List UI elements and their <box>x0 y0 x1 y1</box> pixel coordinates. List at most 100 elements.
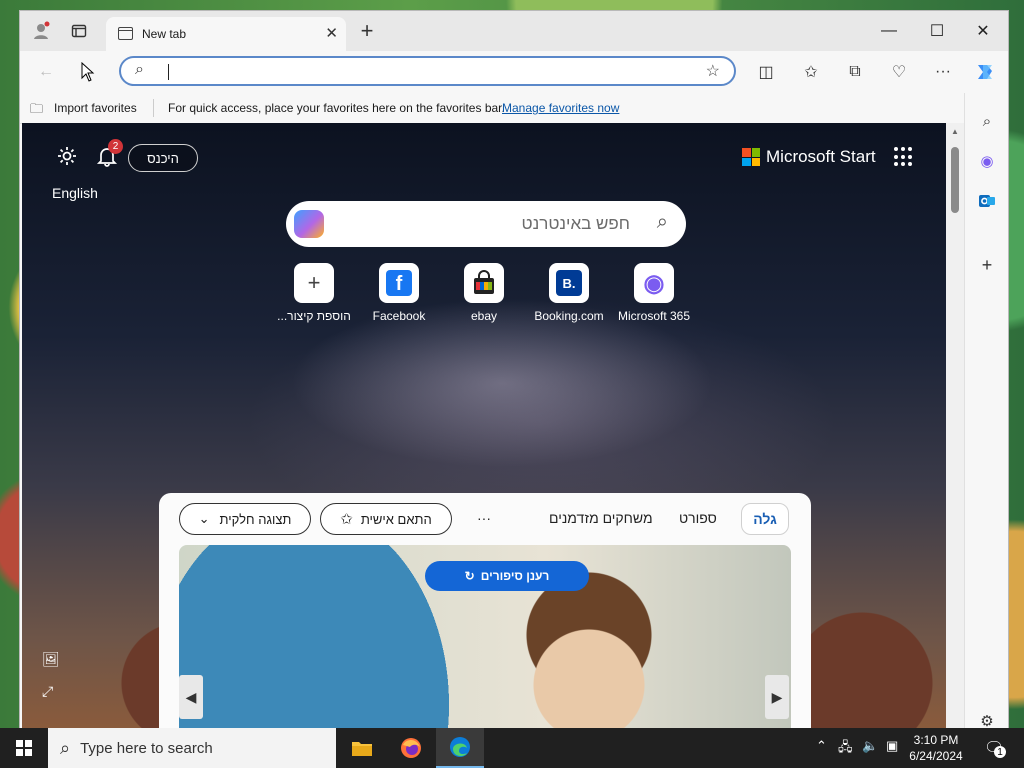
personalize-label: התאם אישית <box>360 511 432 527</box>
scrollbar-thumb[interactable] <box>951 147 959 213</box>
tab-actions-button[interactable] <box>65 17 93 45</box>
view-mode-dropdown[interactable]: תצוגה חלקית ⌄ <box>179 503 311 535</box>
language-link[interactable]: English <box>52 185 98 201</box>
manage-favorites-link[interactable]: Manage favorites now <box>502 101 619 115</box>
tab-discover[interactable]: גלה <box>741 503 789 535</box>
notification-count: 1 <box>994 746 1006 758</box>
tab-actions-icon <box>71 24 87 38</box>
expand-icon[interactable]: ⤢ <box>42 683 53 700</box>
new-tab-button[interactable]: + <box>353 17 381 45</box>
quick-link-label: Booking.com <box>534 309 604 323</box>
windows-logo-icon <box>16 740 32 756</box>
sidebar-outlook-icon[interactable] <box>975 189 999 213</box>
back-arrow-icon[interactable]: ← <box>32 59 60 85</box>
ebay-icon <box>464 263 504 303</box>
quick-link-add[interactable]: + הוספת קיצור... <box>272 263 356 323</box>
file-explorer-icon[interactable] <box>338 728 386 768</box>
background-image-icon[interactable]: 🖼 <box>42 651 60 668</box>
notification-center-button[interactable]: 🗨 1 <box>984 738 1006 758</box>
address-input[interactable] <box>165 62 689 82</box>
refresh-icon: ↻ <box>464 569 475 583</box>
start-button[interactable] <box>0 728 48 768</box>
tab-casual-games[interactable]: משחקים מזדמנים <box>549 510 653 526</box>
facebook-icon: f <box>379 263 419 303</box>
sign-in-button[interactable]: היכנס <box>128 144 198 172</box>
brand-label: Microsoft Start <box>766 147 876 166</box>
search-icon: ⌕ <box>135 61 144 78</box>
quick-link-facebook[interactable]: f Facebook <box>357 263 441 323</box>
refresh-label: רענן סיפורים <box>480 569 550 583</box>
refresh-stories-button[interactable]: רענן סיפורים ↻ <box>425 561 589 591</box>
favorites-bar: 🗀 Import favorites For quick access, pla… <box>20 93 1008 124</box>
feed-hero-image[interactable]: רענן סיפורים ↻ ◀ ▶ <box>179 545 791 729</box>
sidebar-settings-icon[interactable]: ⚙ <box>975 709 999 729</box>
taskbar-search-box[interactable]: ⌕ Type here to search <box>48 728 336 768</box>
page-settings-icon[interactable] <box>56 145 78 172</box>
minimize-button[interactable]: — <box>866 17 912 45</box>
quick-link-label: Facebook <box>372 309 426 323</box>
taskbar-clock[interactable]: 3:10 PM 6/24/2024 <box>900 732 972 764</box>
feed-more-button[interactable]: ··· <box>477 510 491 526</box>
browser-essentials-icon[interactable]: ♡ <box>885 59 913 85</box>
new-tab-page: 2 היכנס English Microsoft Start חפש באינ… <box>22 123 946 729</box>
search-icon: ⌕ <box>60 737 71 758</box>
profile-button[interactable] <box>28 17 56 45</box>
maximize-button[interactable]: ☐ <box>914 17 960 45</box>
tab-title: New tab <box>142 27 187 41</box>
favbar-divider <box>153 99 154 117</box>
search-icon[interactable]: ⌕ <box>657 211 668 234</box>
notification-badge: 2 <box>108 139 123 154</box>
show-hidden-icons-icon[interactable]: ⌃ <box>816 738 827 754</box>
personalize-button[interactable]: התאם אישית ✩ <box>320 503 452 535</box>
taskbar-search-placeholder: Type here to search <box>80 739 213 757</box>
edge-taskbar-icon[interactable] <box>436 728 484 768</box>
tab-new-tab[interactable]: New tab ✕ <box>106 17 346 51</box>
add-shortcut-icon: + <box>294 263 334 303</box>
quick-link-label: ebay <box>470 309 498 323</box>
quick-link-ebay[interactable]: ebay <box>442 263 526 323</box>
favorites-hint-text: For quick access, place your favorites h… <box>168 101 505 115</box>
more-options-icon[interactable]: ··· <box>929 59 957 85</box>
app-launcher-icon[interactable] <box>894 147 914 167</box>
sidebar-add-icon[interactable]: + <box>975 253 999 277</box>
tab-sports[interactable]: ספורט <box>679 510 717 526</box>
volume-muted-icon[interactable]: 🔈 <box>862 738 878 754</box>
collections-icon[interactable]: ⧉ <box>841 59 869 85</box>
favorites-icon[interactable]: ✩ <box>797 59 825 85</box>
firefox-icon[interactable] <box>387 728 435 768</box>
profile-icon <box>34 21 50 39</box>
chevron-down-icon: ⌄ <box>198 511 210 526</box>
sidebar-microsoft365-icon[interactable]: ◉ <box>975 149 999 173</box>
import-favorites-icon: 🗀 <box>30 101 44 116</box>
clock-time: 3:10 PM <box>913 733 959 747</box>
close-tab-icon[interactable]: ✕ <box>325 24 338 42</box>
carousel-prev-button[interactable]: ◀ <box>179 675 203 719</box>
import-favorites-button[interactable]: Import favorites <box>54 101 137 115</box>
clock-date: 6/24/2024 <box>909 749 963 763</box>
action-center-tray-icon[interactable]: ▣ <box>886 738 898 754</box>
favorite-star-icon[interactable]: ☆ <box>706 61 720 81</box>
sidebar-search-icon[interactable]: ⌕ <box>975 109 999 133</box>
quick-link-microsoft365[interactable]: ◉ Microsoft 365 <box>612 263 696 323</box>
close-window-button[interactable]: ✕ <box>960 17 1006 45</box>
scroll-up-icon[interactable]: ▲ <box>951 127 959 136</box>
edge-sidebar: ⌕ ◉ + ⚙ <box>964 93 1008 729</box>
copilot-icon[interactable] <box>294 210 324 238</box>
copilot-icon[interactable] <box>971 59 999 85</box>
page-scrollbar[interactable]: ▲ <box>946 123 964 729</box>
network-icon[interactable]: 🖧 <box>838 738 853 760</box>
address-bar[interactable]: ⌕ ☆ <box>119 56 736 86</box>
news-feed-panel: תצוגה חלקית ⌄ התאם אישית ✩ ··· משחקים מז… <box>159 493 811 729</box>
split-screen-icon[interactable]: ◫ <box>752 59 780 85</box>
web-search-box[interactable]: חפש באינטרנט ⌕ <box>286 201 686 247</box>
pencil-star-icon: ✩ <box>340 511 353 528</box>
navigation-toolbar: ← ⌕ ☆ ◫ ✩ ⧉ ♡ ··· <box>20 51 1008 93</box>
quick-link-booking[interactable]: B. Booking.com <box>527 263 611 323</box>
mouse-cursor-icon <box>74 59 102 85</box>
quick-link-label: Microsoft 365 <box>617 309 691 323</box>
carousel-next-button[interactable]: ▶ <box>765 675 789 719</box>
microsoft-start-brand[interactable]: Microsoft Start <box>742 147 876 167</box>
web-search-placeholder: חפש באינטרנט <box>521 214 630 233</box>
notifications-button[interactable]: 2 <box>96 139 123 170</box>
windows-taskbar: ⌕ Type here to search ⌃ 🖧 🔈 ▣ 3:10 PM 6/… <box>0 728 1024 768</box>
